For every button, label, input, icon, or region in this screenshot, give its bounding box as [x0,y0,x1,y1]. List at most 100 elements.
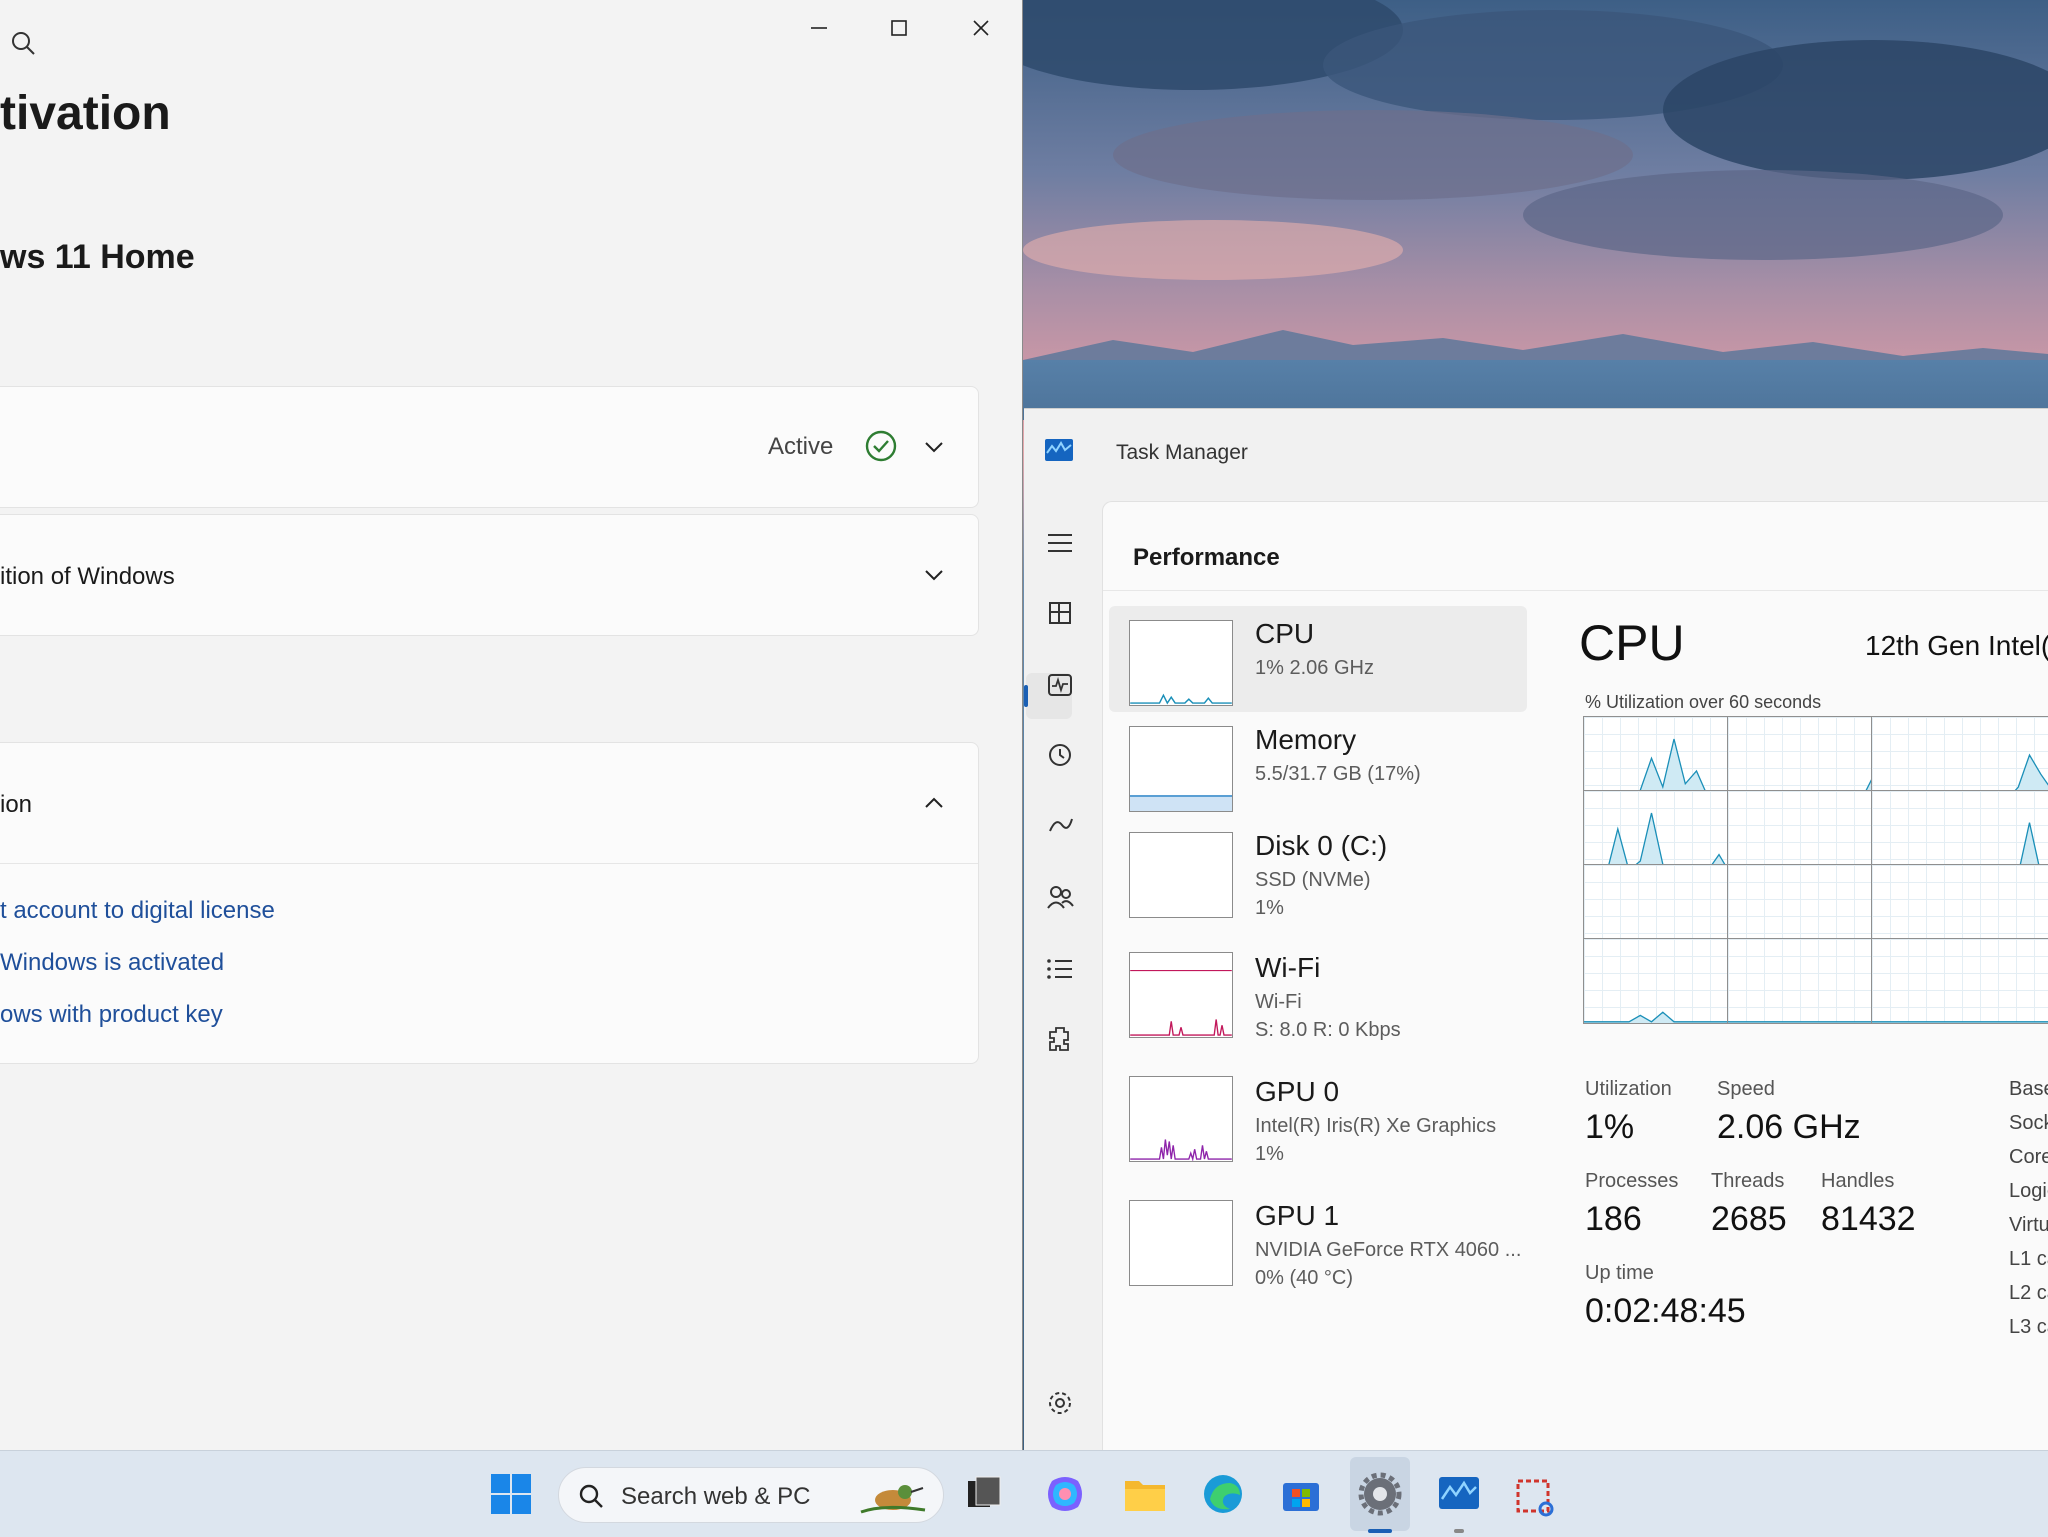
nav-performance[interactable] [1044,669,1076,701]
app-history-icon [1049,744,1071,766]
processes-label: Processes [1585,1170,1679,1192]
resource-detail: 0% (40 °C) [1255,1267,1354,1289]
resource-detail: SSD (NVMe) [1255,869,1371,891]
resource-item-gpu1[interactable]: GPU 1 NVIDIA GeForce RTX 4060 ... 0% (40… [1109,1190,1527,1296]
divider [1103,590,2048,591]
windows-start-icon[interactable] [488,1471,534,1517]
detail-heading: CPU [1579,615,1685,671]
resource-detail: 1% [1255,897,1284,919]
nav-processes[interactable] [1044,597,1076,629]
resource-detail: 1% 2.06 GHz [1255,657,1374,679]
active-indicator [1368,1529,1392,1533]
resource-detail: 5.5/31.7 GB (17%) [1255,763,1421,785]
running-indicator [1454,1529,1464,1533]
task-manager-logo-icon [1045,439,1073,461]
chevron-down-icon[interactable] [922,563,946,587]
spec-label: Sockets: [2009,1112,2048,1134]
threads-value: 2685 [1711,1200,1787,1238]
graph-caption: % Utilization over 60 seconds [1585,692,1822,712]
help-card: ion t account to digital license Windows… [0,742,979,1064]
resource-name: Disk 0 (C:) [1255,830,1388,861]
nav-details[interactable] [1044,953,1076,985]
search-highlight-bird-icon [860,1485,926,1514]
taskbar: Search web & PC [0,1450,2048,1537]
close-button[interactable] [952,6,1010,50]
resource-detail: Intel(R) Iris(R) Xe Graphics [1255,1115,1497,1137]
chevron-up-icon[interactable] [922,791,946,815]
minimize-icon [811,27,827,29]
details-icon [1047,959,1072,979]
resource-name: CPU [1255,618,1315,649]
users-icon [1047,886,1074,909]
resource-detail: S: 8.0 R: 0 Kbps [1255,1019,1401,1041]
edge-icon[interactable] [1200,1471,1246,1517]
spec-label: Base speed: [2009,1078,2048,1100]
nav-users[interactable] [1044,881,1076,913]
resource-item-gpu0[interactable]: GPU 0 Intel(R) Iris(R) Xe Graphics 1% [1109,1066,1527,1172]
file-explorer-icon[interactable] [1122,1471,1168,1517]
processes-value: 186 [1585,1200,1642,1238]
nav-services[interactable] [1044,1023,1076,1055]
change-edition-label: ition of Windows [0,563,175,590]
core-usage-graph [1871,938,2048,1024]
task-view-icon[interactable] [962,1471,1008,1517]
maximize-icon [891,20,907,36]
change-edition-card[interactable]: ition of Windows [0,514,979,636]
search-placeholder: Search web & PC [621,1483,811,1510]
resource-item-memory[interactable]: Memory 5.5/31.7 GB (17%) [1109,712,1527,818]
handles-label: Handles [1821,1170,1895,1192]
spec-label: L1 cache: [2009,1248,2048,1270]
windows-edition: ws 11 Home [0,238,195,276]
cloud [1663,40,2048,180]
speed-label: Speed [1717,1078,1775,1100]
core-trace [1872,1021,2048,1023]
check-circle-icon [865,430,897,462]
handles-value: 81432 [1821,1200,1916,1238]
performance-icon [1048,674,1072,696]
settings-gear-icon [1049,1392,1071,1414]
services-icon [1049,1027,1069,1051]
spec-label: L3 cache: [2009,1316,2048,1338]
resource-item-wifi[interactable]: Wi-Fi Wi-Fi S: 8.0 R: 0 Kbps [1109,942,1527,1048]
store-icon[interactable] [1278,1471,1324,1517]
resource-name: Wi-Fi [1255,952,1321,983]
help-link[interactable]: t account to digital license [0,897,275,925]
gpu1-thumbnail-graph [1129,1200,1233,1286]
resource-detail: NVIDIA GeForce RTX 4060 ... [1255,1239,1522,1261]
cloud [1523,170,2003,260]
resource-item-cpu[interactable]: CPU 1% 2.06 GHz [1109,606,1527,712]
hamburger-icon [1048,534,1072,552]
spec-label: Logical proc [2009,1180,2048,1202]
resource-detail: 1% [1255,1143,1284,1165]
hamburger-menu-button[interactable] [1044,527,1076,559]
activation-status-text: Active [768,433,834,460]
resource-name: GPU 1 [1255,1200,1340,1231]
minimize-button[interactable] [790,6,848,50]
settings-button[interactable] [1044,1387,1076,1419]
help-link[interactable]: ows with product key [0,1001,223,1029]
nav-startup-apps[interactable] [1044,809,1076,841]
spec-label: L2 cache: [2009,1282,2048,1304]
gpu0-thumbnail-graph [1129,1076,1233,1162]
task-manager-window: Task Manager Performance CPU 1% 2.06 GHz… [1024,408,2048,1452]
settings-app-icon[interactable] [1357,1471,1403,1517]
startup-icon [1049,818,1073,832]
spec-label: Cores: [2009,1146,2048,1168]
chevron-down-icon[interactable] [922,435,946,459]
nav-app-history[interactable] [1044,739,1076,771]
cpu-thumbnail-graph [1129,620,1233,706]
resource-item-disk[interactable]: Disk 0 (C:) SSD (NVMe) 1% [1109,818,1527,924]
help-section-label: ion [0,791,33,818]
nav-selected-indicator [1024,685,1028,707]
task-manager-taskbar-icon[interactable] [1436,1471,1482,1517]
spec-label: Virtualizatior [2009,1214,2048,1236]
help-link[interactable]: Windows is activated [0,949,224,977]
search-icon[interactable] [8,28,38,58]
copilot-icon[interactable] [1042,1471,1088,1517]
wifi-thumbnail-graph [1129,952,1233,1038]
maximize-button[interactable] [870,6,928,50]
window-title: Task Manager [1116,441,1248,464]
activation-state-card[interactable]: Active [0,386,979,508]
taskbar-search-box[interactable]: Search web & PC [558,1467,944,1523]
snipping-tool-icon[interactable] [1512,1475,1558,1521]
